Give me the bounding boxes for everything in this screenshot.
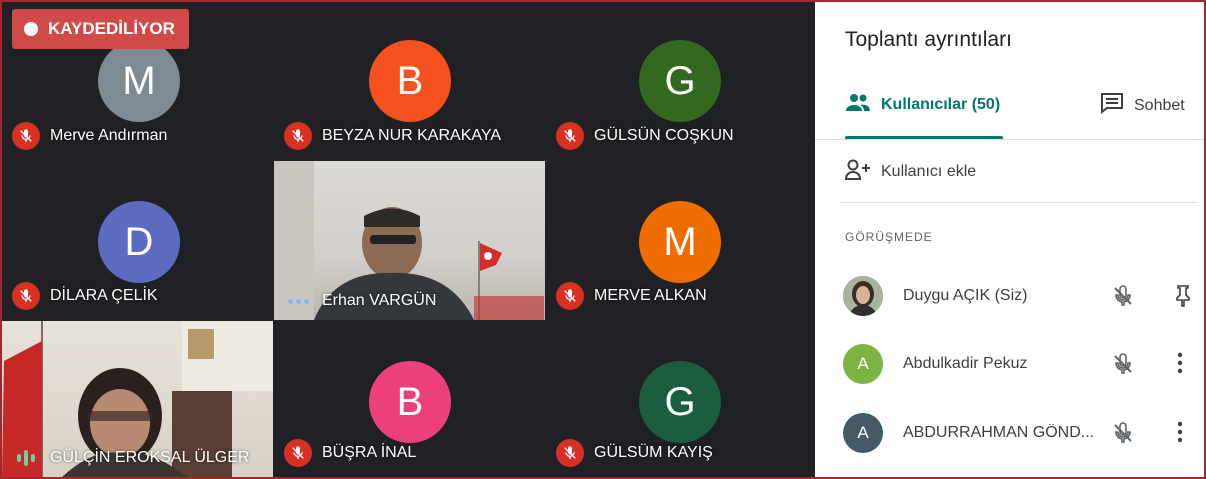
participant-name: Duygu AÇIK (Siz) — [903, 287, 1028, 304]
avatar: M — [98, 40, 180, 122]
avatar: M — [639, 201, 721, 283]
participant-name: Erhan VARGÜN — [322, 292, 437, 309]
divider — [815, 139, 1206, 140]
mic-off-icon — [556, 122, 584, 150]
chat-icon — [1100, 92, 1124, 119]
participant-list-item[interactable]: A Abdulkadir Pekuz — [843, 341, 1193, 387]
participant-name: GÜLSÜM KAYIŞ — [594, 444, 713, 461]
participant-list-item[interactable]: A ABDURRAHMAN GÖND... — [843, 410, 1193, 456]
audio-level-icon — [284, 298, 312, 304]
mic-off-icon — [556, 282, 584, 310]
recording-indicator: KAYDEDİLİYOR — [12, 9, 189, 49]
mic-off-icon — [12, 282, 40, 310]
recording-dot-icon — [24, 22, 38, 36]
tab-people[interactable]: Kullanıcılar (50) — [845, 92, 1000, 117]
add-people-button[interactable]: Kullanıcı ekle — [844, 158, 977, 185]
participant-video-tile[interactable]: GÜLÇİN EROKSAL ÜLGER — [2, 321, 273, 477]
pin-icon[interactable] — [1173, 284, 1193, 313]
more-vert-icon[interactable] — [1177, 421, 1183, 448]
participant-tile[interactable]: D DİLARA ÇELİK — [2, 161, 273, 320]
participant-name: Merve Andırman — [50, 127, 168, 144]
tab-chat[interactable]: Sohbet — [1100, 92, 1185, 119]
mic-off-icon — [1111, 284, 1135, 313]
participant-name: BÜŞRA İNAL — [322, 444, 417, 461]
participant-name: GÜLÇİN EROKSAL ÜLGER — [50, 449, 250, 466]
speaking-indicator-icon — [12, 450, 40, 466]
participant-tile[interactable]: M MERVE ALKAN — [546, 161, 815, 320]
people-icon — [845, 92, 871, 117]
participant-tile[interactable]: G GÜLSÜN COŞKUN — [546, 0, 815, 160]
tab-chat-label: Sohbet — [1134, 96, 1185, 114]
participant-name: GÜLSÜN COŞKUN — [594, 127, 734, 144]
avatar: G — [639, 40, 721, 122]
avatar — [843, 276, 883, 316]
participant-name: MERVE ALKAN — [594, 287, 707, 304]
avatar: B — [369, 40, 451, 122]
mic-off-icon — [1111, 421, 1135, 450]
person-add-icon — [844, 158, 871, 185]
participant-name: DİLARA ÇELİK — [50, 287, 158, 304]
add-people-label: Kullanıcı ekle — [881, 162, 977, 180]
panel-title: Toplantı ayrıntıları — [845, 28, 1012, 51]
meeting-details-panel: Toplantı ayrıntıları Kullanıcılar (50) S… — [815, 0, 1206, 479]
mic-off-icon — [284, 122, 312, 150]
participant-video-tile[interactable]: Erhan VARGÜN — [274, 161, 545, 320]
mic-off-icon — [1111, 352, 1135, 381]
avatar: A — [843, 344, 883, 384]
recording-label: KAYDEDİLİYOR — [48, 19, 175, 38]
participant-tile[interactable]: B BEYZA NUR KARAKAYA — [274, 0, 545, 160]
more-vert-icon[interactable] — [1177, 352, 1183, 379]
mic-off-icon — [284, 439, 312, 467]
divider — [839, 202, 1198, 203]
participant-name: Abdulkadir Pekuz — [903, 355, 1028, 372]
participant-list-item[interactable]: Duygu AÇIK (Siz) — [843, 273, 1193, 319]
participant-tile[interactable]: G GÜLSÜM KAYIŞ — [546, 321, 815, 477]
participant-tile[interactable]: B BÜŞRA İNAL — [274, 321, 545, 477]
avatar: D — [98, 201, 180, 283]
avatar: A — [843, 413, 883, 453]
tab-people-label: Kullanıcılar (50) — [881, 95, 1001, 113]
participant-name: ABDURRAHMAN GÖND... — [903, 424, 1095, 441]
mic-off-icon — [12, 122, 40, 150]
avatar: G — [639, 361, 721, 443]
participant-name: BEYZA NUR KARAKAYA — [322, 127, 502, 144]
section-label: GÖRÜŞMEDE — [845, 230, 933, 244]
avatar: B — [369, 361, 451, 443]
video-grid: KAYDEDİLİYOR M Merve Andırman B BEYZA NU… — [2, 0, 815, 477]
mic-off-icon — [556, 439, 584, 467]
